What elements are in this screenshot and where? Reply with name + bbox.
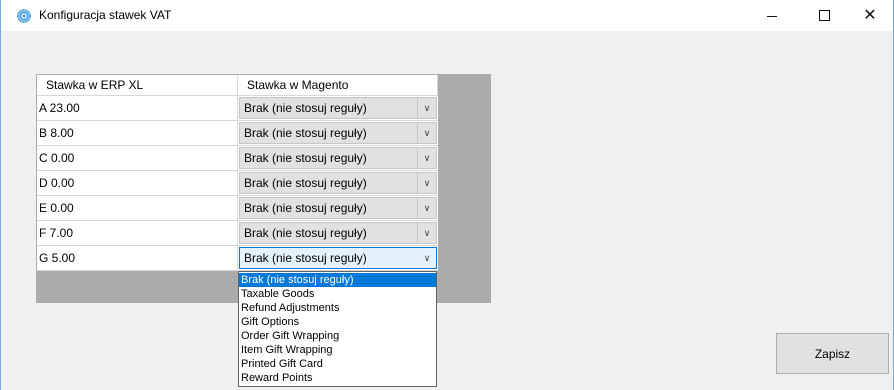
magento-rate-cell: Brak (nie stosuj reguły) ∨ xyxy=(238,96,438,121)
table-row[interactable]: E 0.00 Brak (nie stosuj reguły) ∨ xyxy=(37,196,438,221)
magento-rate-select[interactable]: Brak (nie stosuj reguły) ∨ xyxy=(239,97,437,119)
chevron-down-icon[interactable]: ∨ xyxy=(417,148,436,168)
window-title: Konfiguracja stawek VAT xyxy=(39,8,172,22)
magento-rate-cell: Brak (nie stosuj reguły) ∨ xyxy=(238,196,438,221)
select-value: Brak (nie stosuj reguły) xyxy=(244,176,367,190)
select-value: Brak (nie stosuj reguły) xyxy=(244,226,367,240)
close-icon: ✕ xyxy=(863,6,877,24)
select-value: Brak (nie stosuj reguły) xyxy=(244,251,367,265)
vat-rate-grid[interactable]: Stawka w ERP XL Stawka w Magento A 23.00… xyxy=(36,74,491,303)
title-bar[interactable]: Konfiguracja stawek VAT ✕ xyxy=(1,0,893,31)
maximize-icon xyxy=(818,10,830,21)
magento-rate-dropdown-list[interactable]: Brak (nie stosuj reguły) Taxable Goods Ref… xyxy=(238,271,437,387)
table-row[interactable]: B 8.00 Brak (nie stosuj reguły) ∨ xyxy=(37,121,438,146)
gear-icon xyxy=(16,8,32,24)
erp-rate-cell[interactable]: D 0.00 xyxy=(37,171,238,196)
erp-rate-cell[interactable]: G 5.00 xyxy=(37,246,238,271)
erp-rate-cell[interactable]: A 23.00 xyxy=(37,96,238,121)
column-header-erp[interactable]: Stawka w ERP XL xyxy=(37,75,238,96)
dropdown-option[interactable]: Taxable Goods xyxy=(239,287,436,301)
chevron-down-icon[interactable]: ∨ xyxy=(417,198,436,218)
app-window: Konfiguracja stawek VAT ✕ Stawka w ERP X… xyxy=(0,0,894,390)
table-row[interactable]: F 7.00 Brak (nie stosuj reguły) ∨ xyxy=(37,221,438,246)
dropdown-option[interactable]: Refund Adjustments xyxy=(239,301,436,315)
select-value: Brak (nie stosuj reguły) xyxy=(244,151,367,165)
dropdown-option[interactable]: Reward Points xyxy=(239,371,436,385)
dropdown-option[interactable]: Order Gift Wrapping xyxy=(239,329,436,343)
erp-rate-cell[interactable]: B 8.00 xyxy=(37,121,238,146)
select-value: Brak (nie stosuj reguły) xyxy=(244,101,367,115)
magento-rate-select[interactable]: Brak (nie stosuj reguły) ∨ xyxy=(239,197,437,219)
maximize-button[interactable] xyxy=(801,0,847,31)
minimize-icon xyxy=(767,16,777,17)
magento-rate-cell: Brak (nie stosuj reguły) ∨ xyxy=(238,121,438,146)
column-header-magento[interactable]: Stawka w Magento xyxy=(238,75,438,96)
magento-rate-cell: Brak (nie stosuj reguły) ∨ xyxy=(238,146,438,171)
dropdown-option[interactable]: Printed Gift Card xyxy=(239,357,436,371)
table-row[interactable]: C 0.00 Brak (nie stosuj reguły) ∨ xyxy=(37,146,438,171)
chevron-down-icon[interactable]: ∨ xyxy=(417,223,436,243)
chevron-down-icon[interactable]: ∨ xyxy=(417,173,436,193)
select-value: Brak (nie stosuj reguły) xyxy=(244,201,367,215)
magento-rate-select[interactable]: Brak (nie stosuj reguły) ∨ xyxy=(239,172,437,194)
save-button[interactable]: Zapisz xyxy=(776,333,889,374)
magento-rate-select[interactable]: Brak (nie stosuj reguły) ∨ xyxy=(239,147,437,169)
chevron-down-icon[interactable]: ∨ xyxy=(417,123,436,143)
minimize-button[interactable] xyxy=(749,0,795,31)
erp-rate-cell[interactable]: F 7.00 xyxy=(37,221,238,246)
dropdown-option[interactable]: Brak (nie stosuj reguły) xyxy=(239,273,436,287)
chevron-down-icon[interactable]: ∨ xyxy=(418,248,436,268)
table-row[interactable]: G 5.00 Brak (nie stosuj reguły) ∨ xyxy=(37,246,438,271)
close-button[interactable]: ✕ xyxy=(847,0,893,31)
magento-rate-select[interactable]: Brak (nie stosuj reguły) ∨ xyxy=(239,247,437,269)
erp-rate-cell[interactable]: E 0.00 xyxy=(37,196,238,221)
dropdown-option[interactable]: Gift Options xyxy=(239,315,436,329)
magento-rate-select[interactable]: Brak (nie stosuj reguły) ∨ xyxy=(239,222,437,244)
table-row[interactable]: D 0.00 Brak (nie stosuj reguły) ∨ xyxy=(37,171,438,196)
magento-rate-cell: Brak (nie stosuj reguły) ∨ xyxy=(238,221,438,246)
table-row[interactable]: A 23.00 Brak (nie stosuj reguły) ∨ xyxy=(37,96,438,121)
chevron-down-icon[interactable]: ∨ xyxy=(417,98,436,118)
magento-rate-cell: Brak (nie stosuj reguły) ∨ xyxy=(238,171,438,196)
erp-rate-cell[interactable]: C 0.00 xyxy=(37,146,238,171)
magento-rate-cell: Brak (nie stosuj reguły) ∨ xyxy=(238,246,438,271)
dropdown-option[interactable]: Item Gift Wrapping xyxy=(239,343,436,357)
select-value: Brak (nie stosuj reguły) xyxy=(244,126,367,140)
magento-rate-select[interactable]: Brak (nie stosuj reguły) ∨ xyxy=(239,122,437,144)
